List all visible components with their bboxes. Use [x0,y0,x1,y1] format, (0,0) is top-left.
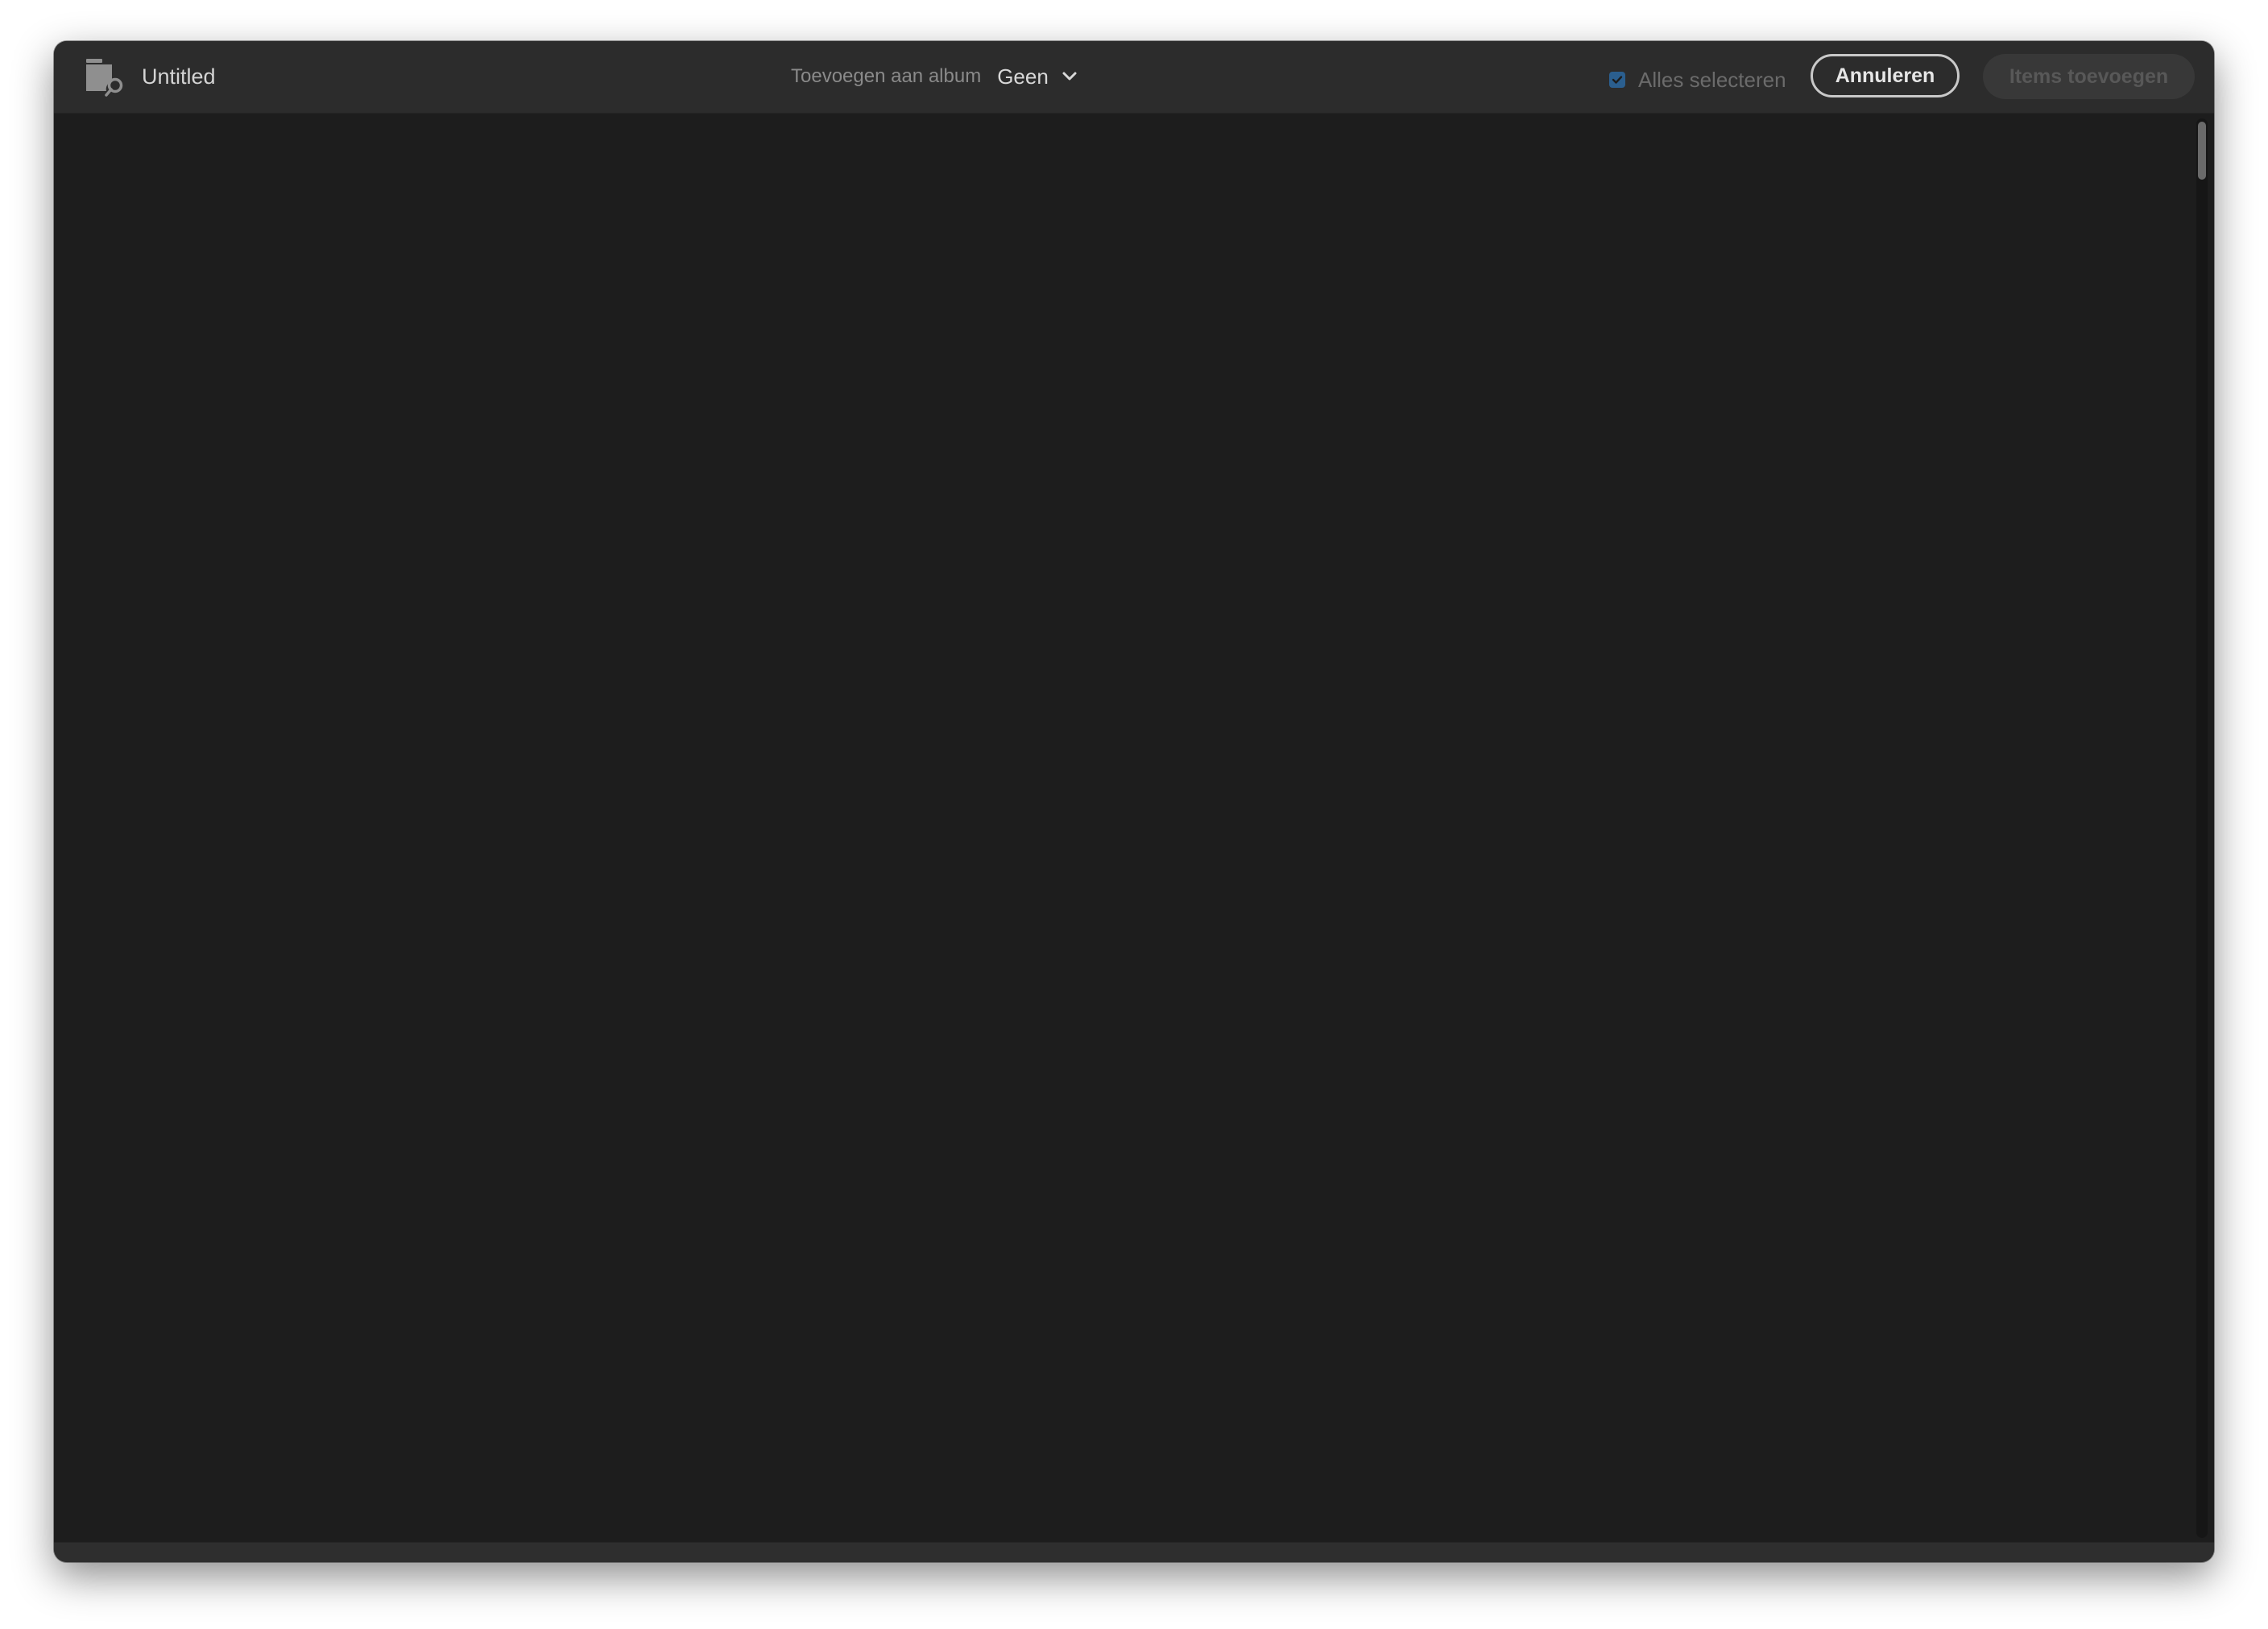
folder-search-icon [86,59,123,97]
album-dropdown-value: Geen [997,64,1049,89]
add-items-button[interactable]: Items toevoegen [1983,54,2195,99]
chevron-down-icon [1062,72,1077,81]
cancel-button[interactable]: Annuleren [1811,54,1960,97]
import-dialog-window: Untitled Toevoegen aan album Geen Alles … [54,41,2214,1562]
document-title: Untitled [142,64,216,89]
select-all-toggle[interactable]: Alles selecteren [1609,65,1786,94]
title-bar: Untitled Toevoegen aan album Geen Alles … [54,41,2214,114]
album-dropdown[interactable]: Geen [997,64,1078,89]
select-all-label: Alles selecteren [1638,67,1786,92]
checkmark-icon [1612,76,1623,84]
vertical-scrollbar[interactable] [2196,118,2208,1538]
album-picker-group: Toevoegen aan album Geen [791,62,1078,91]
bottom-bar [54,1542,2214,1562]
album-label: Toevoegen aan album [791,65,982,87]
select-all-checkbox[interactable] [1609,72,1625,88]
scrollbar-thumb[interactable] [2198,122,2206,180]
photo-grid-area [54,114,2214,1543]
